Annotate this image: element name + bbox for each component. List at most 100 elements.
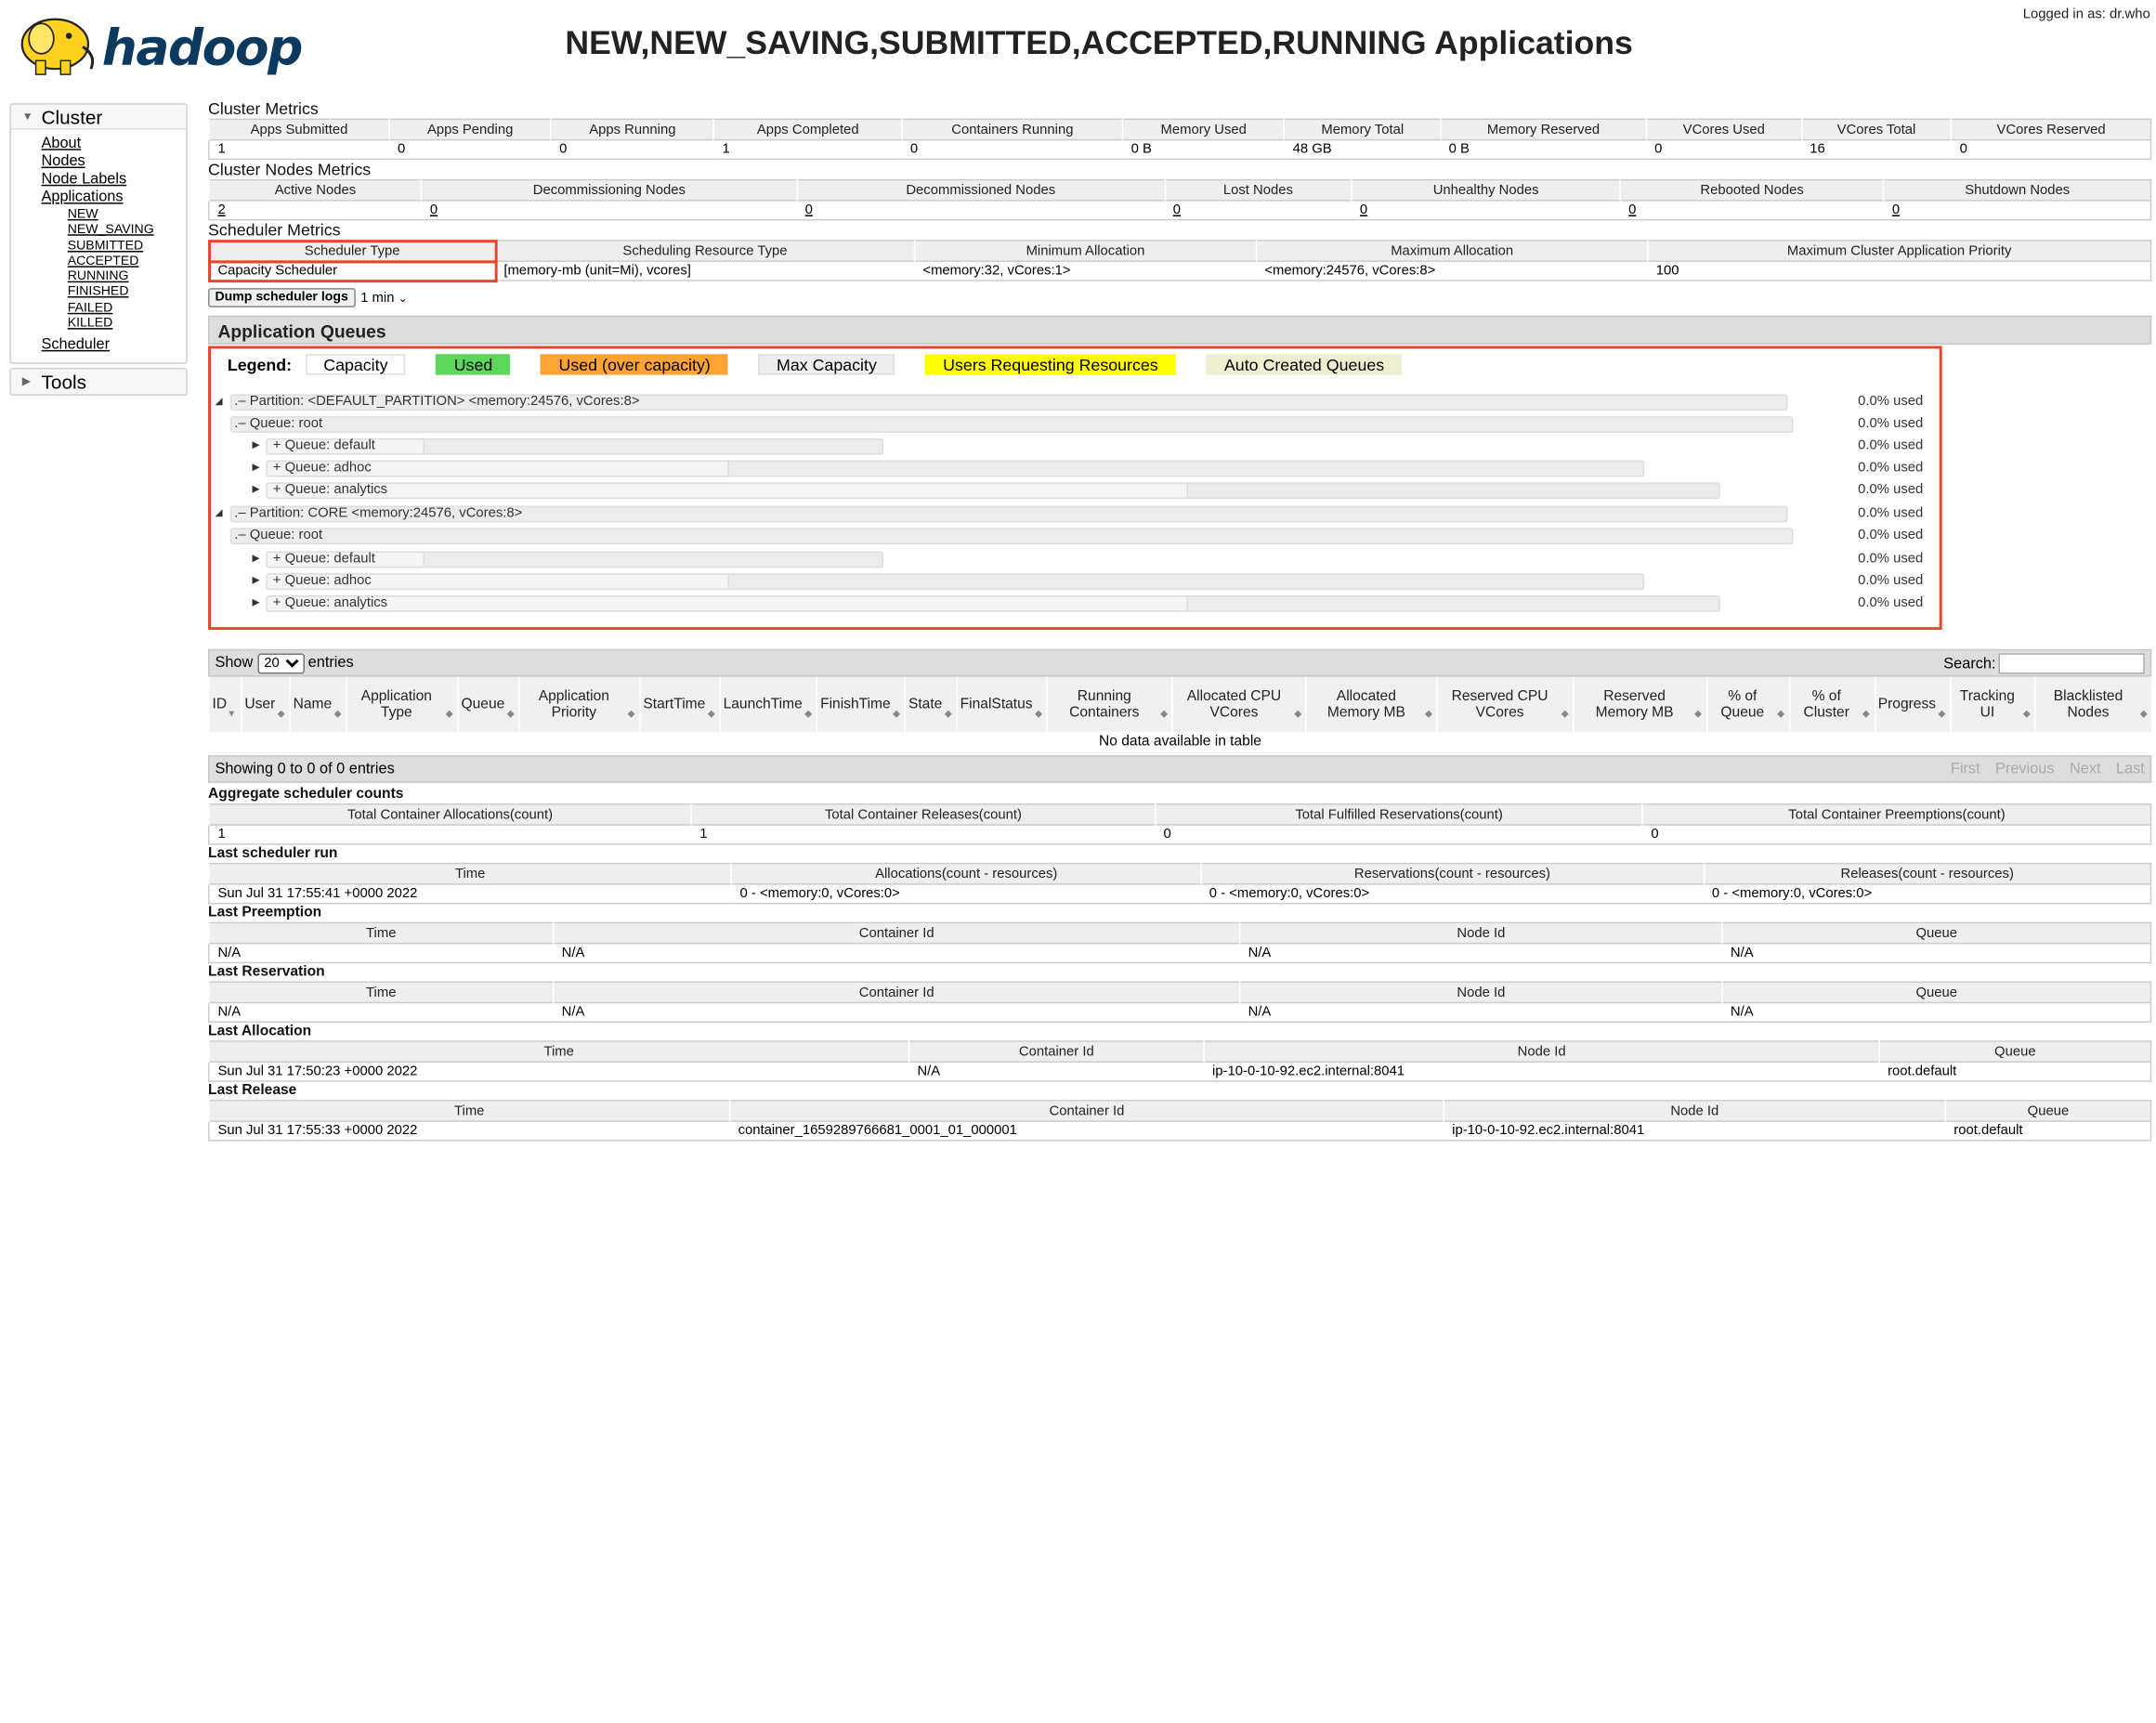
dump-interval-select[interactable]: 1 min ⌄ [360,290,407,305]
metric-value[interactable]: 0 [398,142,405,157]
apps-table-footer: Showing 0 to 0 of 0 entries First Previo… [208,755,2151,783]
cluster-nav-header[interactable]: ▼ Cluster [11,105,186,130]
column-header[interactable]: Reserved Memory MB◆ [1574,677,1706,732]
queue-row-adhoc[interactable]: ▶ + Queue: adhoc 0.0% used [211,459,1942,478]
pager-previous[interactable]: Previous [1995,761,2055,777]
queue-row-root[interactable]: ◢ .– Queue: root 0.0% used [211,415,1942,435]
queue-row-root[interactable]: ◢ .– Queue: root 0.0% used [211,527,1942,546]
column-header[interactable]: Allocated CPU VCores ◆ [1172,677,1306,732]
queue-row-default[interactable]: ▶ + Queue: default 0.0% used [211,437,1942,456]
table-cell: N/A [209,1002,554,1022]
sort-icon: ◆ [1561,707,1569,724]
last-release-title: Last Release [208,1082,2151,1100]
queue-row-partition-default[interactable]: ◢ .– Partition: <DEFAULT_PARTITION> <mem… [211,393,1942,412]
column-header[interactable]: State◆ [905,677,957,732]
pager-next[interactable]: Next [2070,761,2101,777]
table-header: Total Fulfilled Reservations(count) [1156,804,1643,825]
decommissioning-nodes-link[interactable]: 0 [430,202,438,217]
pager-last[interactable]: Last [2116,761,2145,777]
table-header: Scheduler Type [209,241,496,261]
pager-first[interactable]: First [1951,761,1980,777]
decommissioned-nodes-link[interactable]: 0 [805,202,813,217]
unhealthy-nodes-link[interactable]: 0 [1360,202,1367,217]
dump-interval-value: 1 min [360,290,394,305]
lost-nodes-link[interactable]: 0 [1173,202,1181,217]
column-header[interactable]: LaunchTime◆ [720,677,817,732]
sort-icon: ◆ [334,707,342,724]
column-header[interactable]: User◆ [242,677,290,732]
shutdown-nodes-link[interactable]: 0 [1892,202,1900,217]
rebooted-nodes-link[interactable]: 0 [1628,202,1636,217]
table-cell: N/A [1722,1002,2150,1022]
column-header[interactable]: Application Priority◆ [519,677,640,732]
metric-value[interactable]: 1 [217,142,225,157]
sort-icon: ◆ [1294,707,1301,724]
queue-label: + Queue: adhoc [268,461,371,477]
table-header: Releases(count - resources) [1704,864,2150,884]
queue-row-default[interactable]: ▶ + Queue: default 0.0% used [211,550,1942,569]
hadoop-logo[interactable]: hadoop [14,6,320,82]
entries-per-page-select[interactable]: 20 [257,653,304,673]
column-header-label: Allocated Memory MB [1327,687,1405,721]
metric-value[interactable]: 1 [722,142,729,157]
nav-link-scheduler[interactable]: Scheduler [42,337,187,355]
metric-value: 0 B [1123,140,1285,160]
queue-used-text: 0.0% used [1858,573,1923,590]
column-header[interactable]: FinishTime◆ [817,677,905,732]
column-header[interactable]: Name◆ [290,677,346,732]
column-header[interactable]: % of Cluster◆ [1789,677,1875,732]
nav-link-applications[interactable]: Applications [42,189,187,206]
application-queues-header[interactable]: Application Queues [208,316,2151,345]
column-header[interactable]: FinalStatus◆ [957,677,1047,732]
table-header: VCores Used [1646,119,1801,139]
nav-link-new-saving[interactable]: NEW_SAVING [68,222,187,238]
queue-row-analytics[interactable]: ▶ + Queue: analytics 0.0% used [211,481,1942,501]
dump-scheduler-logs-button[interactable]: Dump scheduler logs [208,288,355,307]
nav-link-accepted[interactable]: ACCEPTED [68,254,187,269]
column-header[interactable]: ID▼ [209,677,242,732]
table-header: Active Nodes [209,180,422,201]
table-header: Node Id [1240,922,1722,943]
metric-value[interactable]: 0 [559,142,567,157]
column-header[interactable]: Application Type◆ [346,677,458,732]
column-header[interactable]: Allocated Memory MB◆ [1306,677,1437,732]
queue-row-analytics[interactable]: ▶ + Queue: analytics 0.0% used [211,594,1942,614]
cluster-metrics-title: Cluster Metrics [208,99,2151,119]
collapsed-triangle-icon: ▶ [253,484,260,495]
column-header-label: State [908,696,942,712]
nav-link-failed[interactable]: FAILED [68,300,187,316]
queue-used-text: 0.0% used [1858,416,1923,433]
table-header: Decommissioning Nodes [422,180,797,201]
search-input[interactable] [1999,653,2145,673]
column-header-label: Allocated CPU VCores [1187,687,1281,721]
nav-link-killed[interactable]: KILLED [68,316,187,332]
column-header[interactable]: % of Queue◆ [1706,677,1789,732]
queue-row-partition-core[interactable]: ◢ .– Partition: CORE <memory:24576, vCor… [211,504,1942,524]
table-cell: root.default [1945,1121,2150,1141]
nav-link-submitted[interactable]: SUBMITTED [68,238,187,254]
nav-link-nodes[interactable]: Nodes [42,153,187,171]
column-header[interactable]: Tracking UI◆ [1951,677,2035,732]
column-header[interactable]: Reserved CPU VCores◆ [1437,677,1574,732]
queue-row-adhoc[interactable]: ▶ + Queue: adhoc 0.0% used [211,572,1942,592]
nav-link-running[interactable]: RUNNING [68,269,187,285]
nav-link-node-labels[interactable]: Node Labels [42,171,187,189]
table-cell: N/A [209,944,554,963]
column-header[interactable]: Blacklisted Nodes◆ [2035,677,2151,732]
table-row: Sun Jul 31 17:55:33 +0000 2022 container… [209,1121,2151,1141]
table-row: Sun Jul 31 17:55:41 +0000 2022 0 - <memo… [209,884,2151,904]
column-header[interactable]: Progress◆ [1875,677,1951,732]
queue-label: + Queue: analytics [268,482,387,499]
column-header[interactable]: StartTime◆ [640,677,720,732]
nav-link-new[interactable]: NEW [68,207,187,223]
table-header: Containers Running [902,119,1123,139]
queue-label: .– Partition: <DEFAULT_PARTITION> <memor… [230,394,640,411]
nav-link-finished[interactable]: FINISHED [68,284,187,300]
column-header[interactable]: Running Containers◆ [1047,677,1172,732]
nav-link-about[interactable]: About [42,135,187,152]
active-nodes-link[interactable]: 2 [217,202,225,217]
tools-nav-header[interactable]: ▶ Tools [11,370,186,395]
column-header[interactable]: Queue◆ [458,677,519,732]
main-content: Cluster Metrics Apps Submitted Apps Pend… [208,99,2151,1142]
table-header: Queue [1722,982,2150,1002]
